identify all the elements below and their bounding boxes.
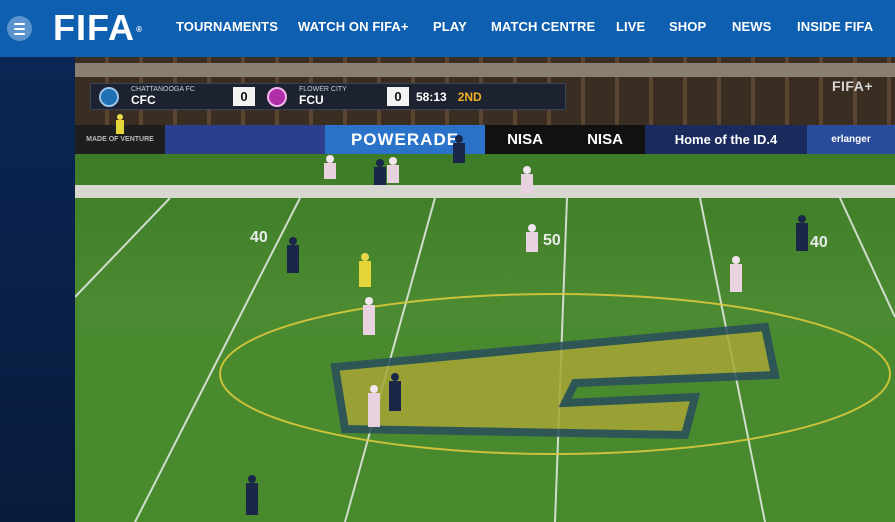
away-score: 0 xyxy=(387,87,409,106)
left-side-panel xyxy=(0,57,75,522)
nav-inside-fifa[interactable]: INSIDE FIFA xyxy=(797,19,873,34)
yard-number-left: 40 xyxy=(250,229,268,246)
away-team-badge xyxy=(259,84,295,109)
yard-number-mid: 50 xyxy=(543,232,561,249)
yard-number-right: 40 xyxy=(810,234,828,251)
nav-news[interactable]: NEWS xyxy=(732,19,771,34)
match-clock: 58:13 xyxy=(416,89,447,104)
home-team-abbr: CFC xyxy=(131,93,156,107)
field-markings: 40 50 40 xyxy=(75,114,895,522)
top-navigation-bar: FIFA ® TOURNAMENTS WATCH ON FIFA+ PLAY MA… xyxy=(0,0,895,57)
scoreboard-overlay: CHATTANOOGA FC CFC 0 FLOWER CITY FCU 0 5… xyxy=(90,83,566,110)
home-team: CHATTANOOGA FC CFC xyxy=(127,86,233,107)
away-team-abbr: FCU xyxy=(299,93,324,107)
players xyxy=(116,114,808,515)
nav-live[interactable]: LIVE xyxy=(616,19,645,34)
match-period: 2ND xyxy=(457,89,482,104)
home-team-badge xyxy=(91,84,127,109)
home-score: 0 xyxy=(233,87,255,106)
main-nav: TOURNAMENTS WATCH ON FIFA+ PLAY MATCH CE… xyxy=(0,19,895,39)
video-player[interactable]: MADE OF VENTURE POWERADE NISA NISA Home … xyxy=(75,57,895,522)
nav-watch-on-fifa-plus[interactable]: WATCH ON FIFA+ xyxy=(298,19,409,34)
nav-tournaments[interactable]: TOURNAMENTS xyxy=(176,19,278,34)
nav-play[interactable]: PLAY xyxy=(433,19,467,34)
away-team: FLOWER CITY FCU xyxy=(295,86,387,107)
nav-shop[interactable]: SHOP xyxy=(669,19,706,34)
home-crest-icon xyxy=(99,86,119,107)
nav-match-centre[interactable]: MATCH CENTRE xyxy=(491,19,595,34)
fifa-plus-watermark: FIFA+ xyxy=(831,78,873,94)
away-crest-icon xyxy=(267,86,287,107)
